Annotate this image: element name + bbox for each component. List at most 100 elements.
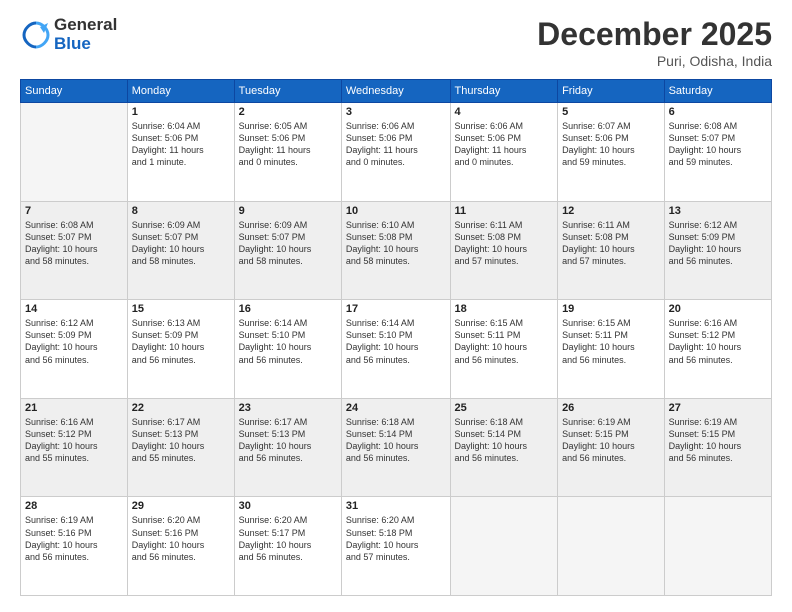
cell-info: Sunrise: 6:04 AMSunset: 5:06 PMDaylight:… bbox=[132, 120, 230, 169]
logo-blue: Blue bbox=[54, 35, 117, 54]
cell-info: Sunrise: 6:20 AMSunset: 5:17 PMDaylight:… bbox=[239, 514, 337, 563]
calendar-cell: 24 Sunrise: 6:18 AMSunset: 5:14 PMDayligh… bbox=[341, 398, 450, 497]
day-number: 23 bbox=[239, 402, 337, 414]
day-number: 14 bbox=[25, 303, 123, 315]
calendar-cell: 3 Sunrise: 6:06 AMSunset: 5:06 PMDaylight… bbox=[341, 103, 450, 202]
calendar-cell: 19 Sunrise: 6:15 AMSunset: 5:11 PMDayligh… bbox=[558, 300, 665, 399]
calendar-cell: 15 Sunrise: 6:13 AMSunset: 5:09 PMDayligh… bbox=[127, 300, 234, 399]
cell-info: Sunrise: 6:12 AMSunset: 5:09 PMDaylight:… bbox=[25, 317, 123, 366]
logo-icon bbox=[20, 19, 52, 51]
day-number: 5 bbox=[562, 106, 660, 118]
calendar-cell: 5 Sunrise: 6:07 AMSunset: 5:06 PMDaylight… bbox=[558, 103, 665, 202]
day-number: 11 bbox=[455, 205, 554, 217]
calendar-cell: 12Sunrise: 6:11 AMSunset: 5:08 PMDayligh… bbox=[558, 201, 665, 300]
day-number: 15 bbox=[132, 303, 230, 315]
calendar-cell: 18 Sunrise: 6:15 AMSunset: 5:11 PMDayligh… bbox=[450, 300, 558, 399]
cell-info: Sunrise: 6:07 AMSunset: 5:06 PMDaylight:… bbox=[562, 120, 660, 169]
calendar-cell: 26 Sunrise: 6:19 AMSunset: 5:15 PMDayligh… bbox=[558, 398, 665, 497]
cell-info: Sunrise: 6:16 AMSunset: 5:12 PMDaylight:… bbox=[25, 416, 123, 465]
calendar-cell: 20Sunrise: 6:16 AMSunset: 5:12 PMDayligh… bbox=[664, 300, 771, 399]
cell-info: Sunrise: 6:10 AMSunset: 5:08 PMDaylight:… bbox=[346, 219, 446, 268]
cell-info: Sunrise: 6:14 AMSunset: 5:10 PMDaylight:… bbox=[239, 317, 337, 366]
cell-info: Sunrise: 6:05 AMSunset: 5:06 PMDaylight:… bbox=[239, 120, 337, 169]
calendar-cell: 8Sunrise: 6:09 AMSunset: 5:07 PMDaylight… bbox=[127, 201, 234, 300]
calendar-row-2: 7 Sunrise: 6:08 AMSunset: 5:07 PMDaylight… bbox=[21, 201, 772, 300]
day-number: 25 bbox=[455, 402, 554, 414]
cell-info: Sunrise: 6:19 AMSunset: 5:15 PMDaylight:… bbox=[669, 416, 767, 465]
day-number: 10 bbox=[346, 205, 446, 217]
month-title: December 2025 bbox=[537, 16, 772, 53]
calendar-row-3: 14 Sunrise: 6:12 AMSunset: 5:09 PMDayligh… bbox=[21, 300, 772, 399]
day-number: 3 bbox=[346, 106, 446, 118]
calendar-cell bbox=[21, 103, 128, 202]
day-number: 22 bbox=[132, 402, 230, 414]
day-number: 1 bbox=[132, 106, 230, 118]
calendar-cell: 21Sunrise: 6:16 AMSunset: 5:12 PMDayligh… bbox=[21, 398, 128, 497]
calendar-cell: 14 Sunrise: 6:12 AMSunset: 5:09 PMDayligh… bbox=[21, 300, 128, 399]
day-number: 8 bbox=[132, 205, 230, 217]
cell-info: Sunrise: 6:15 AMSunset: 5:11 PMDaylight:… bbox=[562, 317, 660, 366]
weekday-thursday: Thursday bbox=[450, 80, 558, 103]
cell-info: Sunrise: 6:12 AMSunset: 5:09 PMDaylight:… bbox=[669, 219, 767, 268]
calendar-cell: 30 Sunrise: 6:20 AMSunset: 5:17 PMDayligh… bbox=[234, 497, 341, 596]
calendar-row-5: 28Sunrise: 6:19 AMSunset: 5:16 PMDayligh… bbox=[21, 497, 772, 596]
day-number: 26 bbox=[562, 402, 660, 414]
calendar-cell: 29Sunrise: 6:20 AMSunset: 5:16 PMDayligh… bbox=[127, 497, 234, 596]
calendar-cell: 11Sunrise: 6:11 AMSunset: 5:08 PMDayligh… bbox=[450, 201, 558, 300]
cell-info: Sunrise: 6:18 AMSunset: 5:14 PMDaylight:… bbox=[346, 416, 446, 465]
day-number: 29 bbox=[132, 500, 230, 512]
cell-info: Sunrise: 6:19 AMSunset: 5:15 PMDaylight:… bbox=[562, 416, 660, 465]
cell-info: Sunrise: 6:06 AMSunset: 5:06 PMDaylight:… bbox=[455, 120, 554, 169]
weekday-friday: Friday bbox=[558, 80, 665, 103]
logo: General Blue bbox=[20, 16, 117, 53]
day-number: 18 bbox=[455, 303, 554, 315]
day-number: 17 bbox=[346, 303, 446, 315]
cell-info: Sunrise: 6:09 AMSunset: 5:07 PMDaylight:… bbox=[239, 219, 337, 268]
day-number: 12 bbox=[562, 205, 660, 217]
day-number: 6 bbox=[669, 106, 767, 118]
calendar-cell: 23 Sunrise: 6:17 AMSunset: 5:13 PMDayligh… bbox=[234, 398, 341, 497]
calendar-row-4: 21Sunrise: 6:16 AMSunset: 5:12 PMDayligh… bbox=[21, 398, 772, 497]
cell-info: Sunrise: 6:15 AMSunset: 5:11 PMDaylight:… bbox=[455, 317, 554, 366]
weekday-header-row: SundayMondayTuesdayWednesdayThursdayFrid… bbox=[21, 80, 772, 103]
day-number: 30 bbox=[239, 500, 337, 512]
cell-info: Sunrise: 6:08 AMSunset: 5:07 PMDaylight:… bbox=[25, 219, 123, 268]
day-number: 31 bbox=[346, 500, 446, 512]
header: General Blue December 2025 Puri, Odisha,… bbox=[20, 16, 772, 69]
day-number: 13 bbox=[669, 205, 767, 217]
calendar-cell: 2 Sunrise: 6:05 AMSunset: 5:06 PMDaylight… bbox=[234, 103, 341, 202]
calendar-cell: 31 Sunrise: 6:20 AMSunset: 5:18 PMDayligh… bbox=[341, 497, 450, 596]
title-block: December 2025 Puri, Odisha, India bbox=[537, 16, 772, 69]
cell-info: Sunrise: 6:16 AMSunset: 5:12 PMDaylight:… bbox=[669, 317, 767, 366]
calendar-cell: 9 Sunrise: 6:09 AMSunset: 5:07 PMDaylight… bbox=[234, 201, 341, 300]
day-number: 24 bbox=[346, 402, 446, 414]
day-number: 27 bbox=[669, 402, 767, 414]
calendar-cell: 4 Sunrise: 6:06 AMSunset: 5:06 PMDaylight… bbox=[450, 103, 558, 202]
day-number: 4 bbox=[455, 106, 554, 118]
day-number: 19 bbox=[562, 303, 660, 315]
calendar-cell bbox=[450, 497, 558, 596]
calendar-cell bbox=[664, 497, 771, 596]
calendar-cell bbox=[558, 497, 665, 596]
cell-info: Sunrise: 6:20 AMSunset: 5:18 PMDaylight:… bbox=[346, 514, 446, 563]
calendar-cell: 25Sunrise: 6:18 AMSunset: 5:14 PMDayligh… bbox=[450, 398, 558, 497]
calendar-cell: 7 Sunrise: 6:08 AMSunset: 5:07 PMDaylight… bbox=[21, 201, 128, 300]
cell-info: Sunrise: 6:17 AMSunset: 5:13 PMDaylight:… bbox=[239, 416, 337, 465]
day-number: 9 bbox=[239, 205, 337, 217]
cell-info: Sunrise: 6:14 AMSunset: 5:10 PMDaylight:… bbox=[346, 317, 446, 366]
cell-info: Sunrise: 6:13 AMSunset: 5:09 PMDaylight:… bbox=[132, 317, 230, 366]
calendar-cell: 27 Sunrise: 6:19 AMSunset: 5:15 PMDayligh… bbox=[664, 398, 771, 497]
weekday-monday: Monday bbox=[127, 80, 234, 103]
weekday-saturday: Saturday bbox=[664, 80, 771, 103]
calendar-cell: 10 Sunrise: 6:10 AMSunset: 5:08 PMDayligh… bbox=[341, 201, 450, 300]
calendar-cell: 1 Sunrise: 6:04 AMSunset: 5:06 PMDaylight… bbox=[127, 103, 234, 202]
calendar-cell: 22Sunrise: 6:17 AMSunset: 5:13 PMDayligh… bbox=[127, 398, 234, 497]
day-number: 2 bbox=[239, 106, 337, 118]
day-number: 7 bbox=[25, 205, 123, 217]
calendar-cell: 13 Sunrise: 6:12 AMSunset: 5:09 PMDayligh… bbox=[664, 201, 771, 300]
calendar-table: SundayMondayTuesdayWednesdayThursdayFrid… bbox=[20, 79, 772, 596]
calendar-cell: 6Sunrise: 6:08 AMSunset: 5:07 PMDaylight… bbox=[664, 103, 771, 202]
weekday-sunday: Sunday bbox=[21, 80, 128, 103]
cell-info: Sunrise: 6:06 AMSunset: 5:06 PMDaylight:… bbox=[346, 120, 446, 169]
weekday-tuesday: Tuesday bbox=[234, 80, 341, 103]
